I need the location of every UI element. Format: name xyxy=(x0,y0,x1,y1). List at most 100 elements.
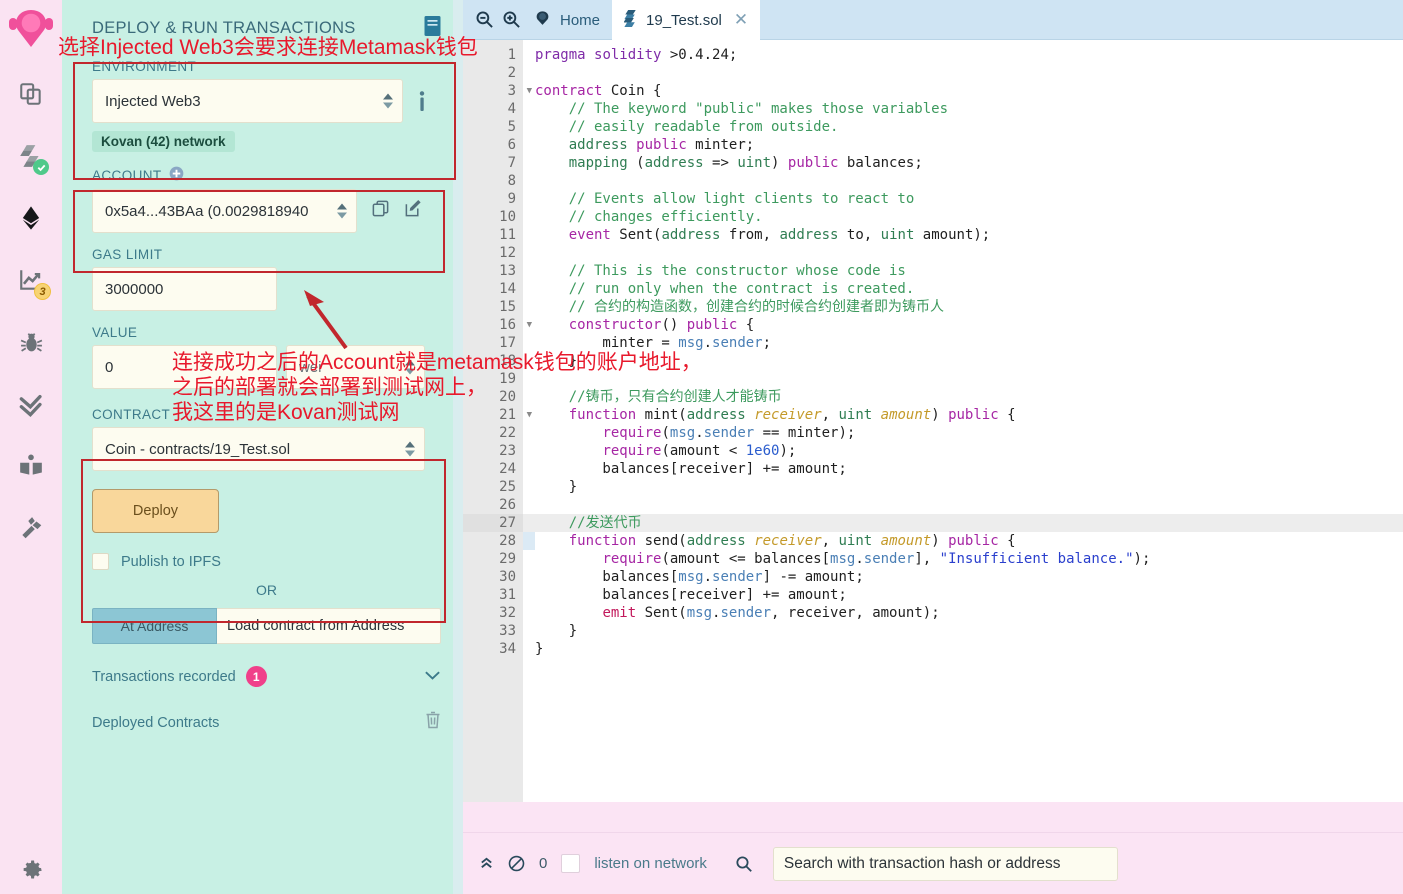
listen-on-network-checkbox[interactable] xyxy=(561,854,581,873)
code-token: ] -= amount; xyxy=(762,569,864,585)
code-token: function xyxy=(568,533,637,549)
line-number: 21 ▼ xyxy=(499,407,532,423)
sidebar-item-remix-documentation[interactable] xyxy=(9,446,53,486)
code-token: ) xyxy=(931,407,949,423)
trash-icon[interactable] xyxy=(425,711,441,734)
sidebar-item-file-explorers[interactable] xyxy=(9,74,53,114)
deployed-contracts-row[interactable]: Deployed Contracts xyxy=(92,711,441,734)
line-number: 24 xyxy=(499,461,516,477)
sidebar-item-solidity-static-analysis[interactable]: 3 xyxy=(9,260,53,300)
code-line[interactable]: address public minter; xyxy=(523,136,1403,154)
code-line[interactable]: // The keyword "public" makes those vari… xyxy=(523,100,1403,118)
code-token: require xyxy=(602,551,662,567)
code-line[interactable]: // easily readable from outside. xyxy=(523,118,1403,136)
search-icon[interactable] xyxy=(735,855,753,873)
publish-ipfs-checkbox[interactable] xyxy=(92,553,109,570)
code-line[interactable]: } xyxy=(523,352,1403,370)
contract-select[interactable]: Coin - contracts/19_Test.sol xyxy=(92,427,425,471)
code-line[interactable] xyxy=(523,370,1403,388)
transactions-recorded-row[interactable]: Transactions recorded 1 xyxy=(92,666,441,687)
value-unit-select[interactable]: wei xyxy=(286,345,425,389)
code-token: mint( xyxy=(636,407,687,423)
code-line[interactable]: require(amount <= balances[msg.sender], … xyxy=(523,550,1403,568)
copy-icon[interactable] xyxy=(371,199,390,223)
code-line[interactable]: } xyxy=(523,478,1403,496)
code-token: // The keyword "public" makes those vari… xyxy=(535,101,949,117)
deploy-button[interactable]: Deploy xyxy=(92,489,219,533)
code-line[interactable] xyxy=(523,172,1403,190)
terminal-count: 0 xyxy=(539,855,548,872)
tab-home[interactable]: Home xyxy=(525,0,612,40)
edit-icon[interactable] xyxy=(404,199,423,223)
code-token: msg xyxy=(678,569,704,585)
code-line[interactable] xyxy=(523,64,1403,82)
code-line[interactable]: pragma solidity >0.4.24; xyxy=(523,46,1403,64)
tab-19-test-sol[interactable]: 19_Test.sol ✕ xyxy=(612,0,761,40)
line-number: 7 xyxy=(507,155,516,171)
code-line[interactable]: // 合约的构造函数，创建合约的时候合约创建者即为铸币人 xyxy=(523,298,1403,316)
code-line[interactable]: // run only when the contract is created… xyxy=(523,280,1403,298)
code-token: balances; xyxy=(838,155,923,171)
chevron-down-icon[interactable] xyxy=(424,668,441,686)
chevron-up-icon[interactable] xyxy=(479,856,494,871)
code-token: amount); xyxy=(914,227,991,243)
settings-button[interactable] xyxy=(0,854,62,880)
code-line[interactable]: balances[receiver] += amount; xyxy=(523,586,1403,604)
sidebar-item-plugin-manager[interactable] xyxy=(9,508,53,548)
remix-logo[interactable] xyxy=(5,6,57,56)
no-entry-icon[interactable] xyxy=(508,855,525,872)
code-line[interactable]: // This is the constructor whose code is xyxy=(523,262,1403,280)
at-address-button[interactable]: At Address xyxy=(92,608,217,644)
gas-limit-input[interactable]: 3000000 xyxy=(92,267,277,311)
code-line[interactable]: } xyxy=(523,640,1403,658)
plus-circle-icon[interactable] xyxy=(169,166,184,184)
code-line[interactable]: function send(address receiver, uint amo… xyxy=(523,532,1403,550)
zoom-out-icon[interactable] xyxy=(471,0,498,39)
environment-select[interactable]: Injected Web3 xyxy=(92,79,403,123)
sidebar-item-deploy-and-run-transactions[interactable] xyxy=(9,198,53,238)
code-line[interactable]: constructor() public { xyxy=(523,316,1403,334)
chevron-updown-icon xyxy=(383,93,393,109)
code-line[interactable]: balances[receiver] += amount; xyxy=(523,460,1403,478)
zoom-in-icon[interactable] xyxy=(498,0,525,39)
code-line[interactable]: //发送代币 xyxy=(523,514,1403,532)
book-icon[interactable] xyxy=(424,16,441,41)
code-line[interactable] xyxy=(523,496,1403,514)
code-line[interactable]: require(amount < 1e60); xyxy=(523,442,1403,460)
code-line[interactable]: require(msg.sender == minter); xyxy=(523,424,1403,442)
code-line[interactable]: // changes efficiently. xyxy=(523,208,1403,226)
code-line[interactable]: // Events allow light clients to react t… xyxy=(523,190,1403,208)
info-icon[interactable] xyxy=(403,90,441,112)
code-content[interactable]: pragma solidity >0.4.24; contract Coin {… xyxy=(523,40,1403,802)
code-line[interactable]: minter = msg.sender; xyxy=(523,334,1403,352)
code-line[interactable]: //铸币，只有合约创建人才能铸币 xyxy=(523,388,1403,406)
close-icon[interactable]: ✕ xyxy=(734,10,748,30)
sidebar-item-debugger[interactable] xyxy=(9,322,53,362)
code-line[interactable]: balances[msg.sender] -= amount; xyxy=(523,568,1403,586)
sidebar-item-solidity-unit-testing[interactable] xyxy=(9,384,53,424)
account-select[interactable]: 0x5a4...43BAa (0.0029818940 xyxy=(92,189,357,233)
at-address-input[interactable]: Load contract from Address xyxy=(217,608,441,644)
code-token: uint xyxy=(838,407,873,423)
code-line[interactable]: contract Coin { xyxy=(523,82,1403,100)
value-section: VALUE 0 wei xyxy=(92,325,441,389)
code-line[interactable]: function mint(address receiver, uint amo… xyxy=(523,406,1403,424)
code-token: => xyxy=(703,155,738,171)
terminal-search-input[interactable]: Search with transaction hash or address xyxy=(772,846,1118,881)
panel-header: DEPLOY & RUN TRANSACTIONS xyxy=(62,0,463,43)
value-input[interactable]: 0 xyxy=(92,345,277,389)
code-line[interactable]: mapping (address => uint) public balance… xyxy=(523,154,1403,172)
code-token: amount xyxy=(880,533,932,549)
code-token: . xyxy=(703,335,713,351)
sidebar-item-solidity-compiler[interactable] xyxy=(9,136,53,176)
code-line[interactable]: } xyxy=(523,622,1403,640)
publish-ipfs-label: Publish to IPFS xyxy=(121,553,221,570)
publish-ipfs-row[interactable]: Publish to IPFS xyxy=(92,553,441,570)
code-token: // 合约的构造函数，创建合约的时候合约创建者即为铸币人 xyxy=(535,299,944,315)
code-token: msg xyxy=(686,605,713,621)
code-line[interactable]: event Sent(address from, address to, uin… xyxy=(523,226,1403,244)
code-line[interactable] xyxy=(523,244,1403,262)
line-number: 33 xyxy=(499,623,516,639)
code-line[interactable]: emit Sent(msg.sender, receiver, amount); xyxy=(523,604,1403,622)
